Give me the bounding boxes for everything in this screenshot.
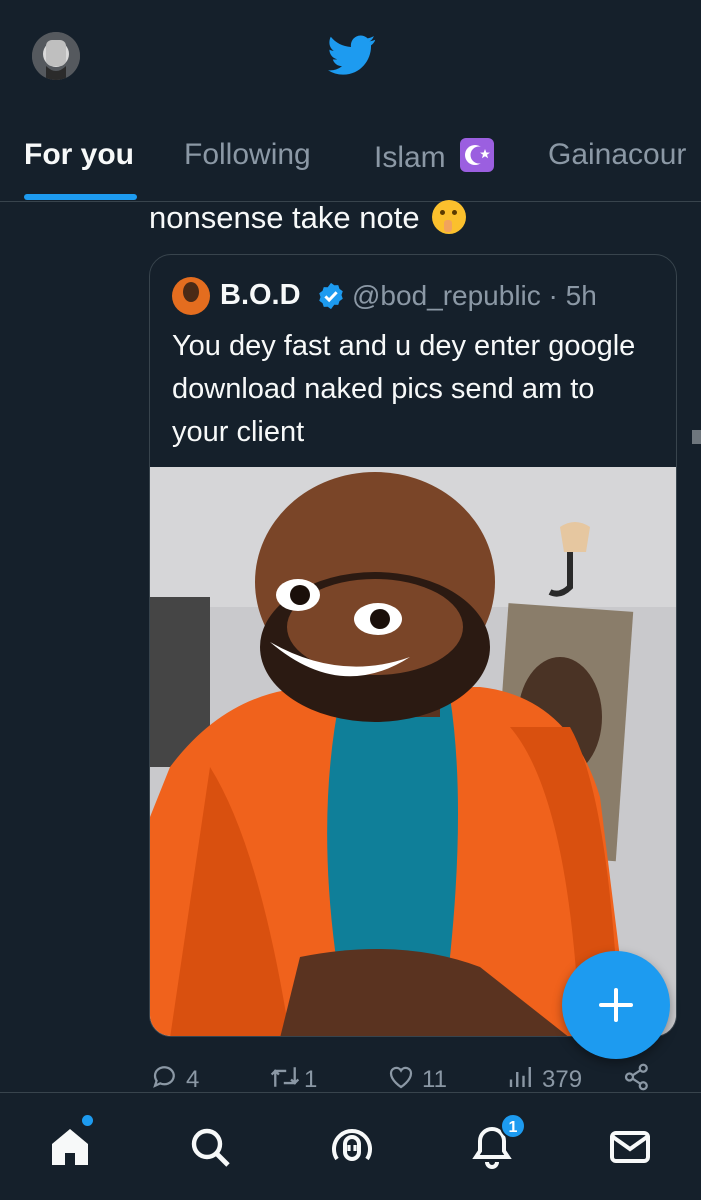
tab-label: Islam	[374, 141, 446, 174]
share-icon	[624, 1063, 648, 1091]
quoted-tweet-text: You dey fast and u dey enter google down…	[172, 330, 636, 448]
retweet-count: 1	[304, 1066, 318, 1093]
shushing-face-emoji	[432, 200, 467, 234]
views-count: 379	[542, 1066, 583, 1093]
notification-badge: 1	[500, 1113, 526, 1139]
tab-for-you[interactable]: For you	[24, 138, 134, 172]
quoted-author-handle: @bod_republic · 5h	[352, 280, 597, 311]
tab-following[interactable]: Following	[184, 138, 311, 172]
tab-gainacour[interactable]: Gainacour	[548, 138, 686, 172]
profile-avatar[interactable]	[32, 32, 80, 80]
timeline-tabs: For you Following Islam Gainacour	[0, 118, 701, 202]
home-icon[interactable]	[46, 1123, 94, 1171]
tweet-text: nonsense take note	[149, 200, 467, 236]
bottom-navigation: 1	[0, 1092, 701, 1200]
quoted-tweet[interactable]: B.O.D @bod_republic · 5h You dey fast an…	[149, 254, 677, 1037]
like-count: 11	[422, 1066, 447, 1093]
views-icon	[509, 1067, 531, 1087]
quoted-tweet-photo[interactable]	[150, 467, 676, 1036]
active-tab-indicator	[24, 194, 137, 200]
retweet-button[interactable]: 1	[268, 1062, 328, 1094]
search-icon[interactable]	[186, 1123, 234, 1171]
home-unread-dot	[82, 1115, 93, 1126]
spaces-icon[interactable]	[328, 1123, 376, 1171]
compose-tweet-button[interactable]	[562, 951, 670, 1059]
tab-islam[interactable]: Islam	[374, 138, 495, 175]
quoted-author-avatar[interactable]	[172, 277, 210, 315]
messages-icon[interactable]	[606, 1123, 654, 1171]
quoted-author-name[interactable]: B.O.D	[220, 279, 301, 312]
retweet-icon	[270, 1067, 300, 1087]
tweet-text-body: nonsense take note	[149, 200, 420, 235]
scrollbar-thumb[interactable]	[692, 430, 701, 444]
twitter-bird-icon[interactable]	[328, 34, 376, 76]
heart-icon	[389, 1066, 413, 1089]
verified-badge-icon	[319, 282, 343, 310]
like-button[interactable]: 11	[386, 1062, 450, 1094]
share-button[interactable]	[622, 1062, 654, 1094]
reply-count: 4	[186, 1066, 200, 1093]
top-bar	[0, 0, 701, 110]
star-and-crescent-icon	[460, 138, 495, 172]
reply-button[interactable]: 4	[150, 1062, 210, 1094]
views-button[interactable]: 379	[506, 1062, 586, 1094]
reply-icon	[153, 1066, 175, 1088]
